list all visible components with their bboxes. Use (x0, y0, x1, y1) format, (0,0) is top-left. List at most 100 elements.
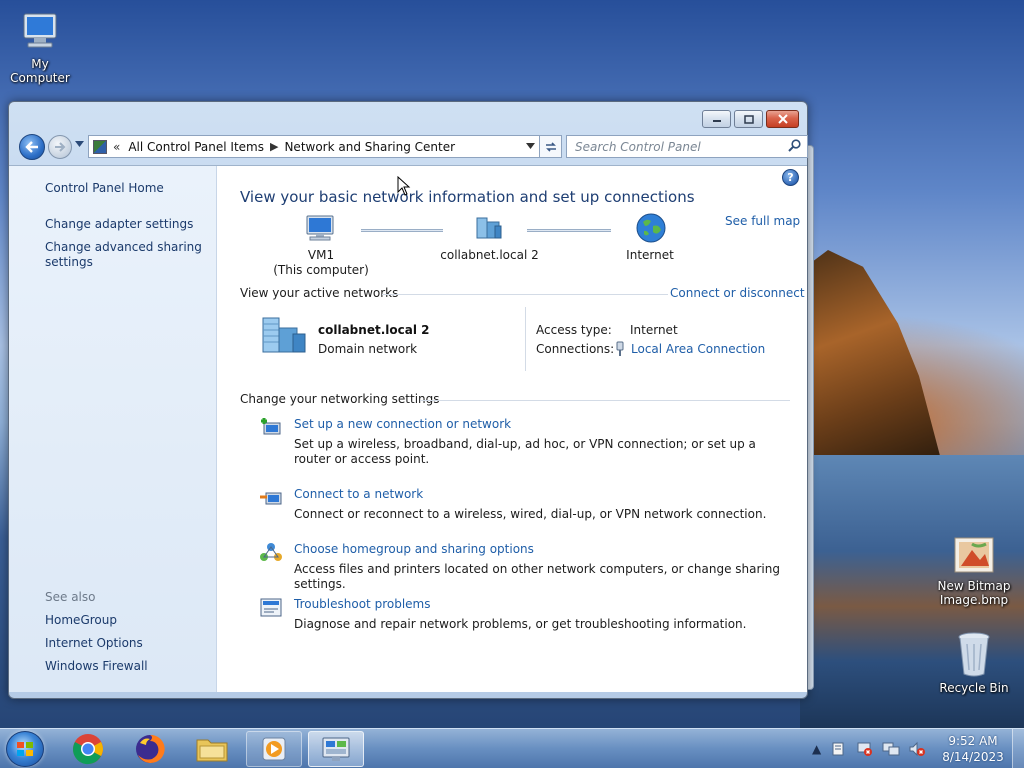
address-overflow[interactable]: « (113, 140, 120, 154)
section-divider (420, 400, 790, 401)
taskbar-chrome-button[interactable] (60, 731, 116, 767)
system-clock[interactable]: 9:52 AM 8/14/2023 (940, 733, 1006, 765)
desktop-icon-my-computer[interactable]: My Computer (0, 10, 80, 85)
computer-icon (23, 13, 57, 48)
homegroup-icon (260, 543, 282, 561)
desktop-icon-recycle-bin[interactable]: Recycle Bin (934, 630, 1014, 695)
taskbar-media-player-button[interactable] (246, 731, 302, 767)
left-task-pane: Control Panel Home Change adapter settin… (9, 166, 217, 692)
breadcrumb-all-control-panel-items[interactable]: All Control Panel Items (128, 140, 264, 154)
bitmap-image-icon (954, 537, 994, 573)
troubleshoot-icon (260, 598, 282, 617)
this-computer-node[interactable]: VM1 (This computer) (269, 248, 373, 278)
desktop-icon-label: Recycle Bin (939, 681, 1009, 695)
access-type-label: Access type: (536, 323, 612, 337)
minimize-button[interactable] (702, 110, 731, 128)
new-connection-icon (261, 418, 281, 435)
change-settings-title: Change your networking settings (240, 392, 440, 406)
navigation-bar: « All Control Panel Items ▶ Network and … (17, 134, 808, 160)
computer-subtitle: (This computer) (273, 263, 369, 277)
taskbar-explorer-button[interactable] (184, 731, 240, 767)
action-center-icon[interactable] (830, 741, 846, 757)
maximize-icon (743, 114, 754, 124)
windows-firewall-link[interactable]: Windows Firewall (45, 659, 205, 674)
recycle-bin-icon (958, 632, 990, 677)
back-arrow-icon (25, 141, 38, 153)
wallpaper-cliff (800, 250, 940, 460)
forward-arrow-icon (55, 142, 66, 152)
back-button[interactable] (19, 134, 45, 160)
search-icon[interactable] (788, 138, 801, 155)
address-dropdown-button[interactable] (521, 142, 539, 152)
system-tray: ▲ (812, 729, 926, 768)
chevron-down-icon (525, 142, 535, 149)
see-also-label: See also (45, 590, 96, 604)
chevron-down-icon (75, 141, 84, 147)
domain-network-icon[interactable] (473, 214, 505, 242)
connection-line (361, 229, 443, 232)
vertical-divider (525, 307, 526, 371)
desktop-icon-label: My Computer (10, 57, 70, 85)
address-bar[interactable]: « All Control Panel Items ▶ Network and … (88, 135, 540, 158)
desktop-icon-label: New Bitmap Image.bmp (937, 579, 1011, 607)
firefox-icon (136, 734, 165, 763)
domain-network-node[interactable]: collabnet.local 2 (427, 248, 552, 263)
desktop-icon-bitmap[interactable]: New Bitmap Image.bmp (934, 536, 1014, 607)
file-explorer-icon (196, 739, 228, 762)
page-title: View your basic network information and … (240, 188, 695, 206)
troubleshoot-problems-link[interactable]: Troubleshoot problems (294, 597, 430, 611)
window-content: Control Panel Home Change adapter settin… (9, 165, 807, 692)
control-panel-icon (322, 737, 350, 761)
network-status-icon[interactable] (882, 741, 900, 757)
media-player-icon (262, 737, 286, 761)
connect-to-network-link[interactable]: Connect to a network (294, 487, 423, 501)
active-network-type[interactable]: Domain network (318, 342, 417, 356)
section-divider (382, 294, 668, 295)
windows-logo-icon (17, 742, 33, 756)
help-icon[interactable]: ? (782, 169, 799, 186)
internet-node[interactable]: Internet (614, 248, 686, 263)
homegroup-link[interactable]: HomeGroup (45, 613, 205, 628)
show-hidden-icons-icon[interactable]: ▲ (812, 742, 821, 756)
close-button[interactable] (766, 110, 799, 128)
network-warning-icon[interactable] (856, 741, 874, 757)
forward-button[interactable] (48, 135, 72, 159)
mouse-cursor-icon (397, 176, 411, 196)
active-network-name: collabnet.local 2 (318, 323, 430, 337)
clock-date: 8/14/2023 (942, 750, 1004, 764)
control-panel-icon (93, 139, 107, 154)
setup-new-connection-link[interactable]: Set up a new connection or network (294, 417, 511, 431)
connect-to-network-description: Connect or reconnect to a wireless, wire… (294, 507, 767, 521)
breadcrumb-network-and-sharing-center[interactable]: Network and Sharing Center (284, 140, 455, 154)
change-advanced-sharing-settings-link[interactable]: Change advanced sharing settings (45, 240, 205, 270)
internet-options-link[interactable]: Internet Options (45, 636, 205, 651)
control-panel-home-link[interactable]: Control Panel Home (45, 181, 205, 196)
start-button[interactable] (6, 731, 44, 767)
breadcrumb-separator-icon[interactable]: ▶ (270, 140, 278, 153)
this-computer-icon[interactable] (304, 214, 336, 242)
recent-pages-dropdown[interactable] (75, 140, 84, 150)
homegroup-sharing-options-description: Access files and printers located on oth… (294, 562, 780, 591)
volume-muted-icon[interactable] (908, 741, 926, 757)
show-desktop-button[interactable] (1012, 729, 1024, 768)
see-full-map-link[interactable]: See full map (725, 214, 800, 228)
taskbar-firefox-button[interactable] (122, 731, 178, 767)
connect-or-disconnect-link[interactable]: Connect or disconnect (670, 286, 805, 300)
active-networks-title: View your active networks (240, 286, 399, 300)
change-adapter-settings-link[interactable]: Change adapter settings (45, 217, 205, 232)
homegroup-sharing-options-link[interactable]: Choose homegroup and sharing options (294, 542, 534, 556)
connect-to-network-icon (260, 492, 282, 505)
search-box[interactable]: Search Control Panel (566, 135, 808, 158)
refresh-button[interactable] (540, 135, 562, 158)
minimize-icon (712, 120, 721, 122)
access-type-value: Internet (630, 323, 678, 337)
internet-globe-icon[interactable] (635, 212, 667, 244)
ethernet-icon (616, 341, 624, 356)
maximize-button[interactable] (734, 110, 763, 128)
taskbar: ▲ 9:52 AM 8/14/2023 (0, 728, 1024, 768)
taskbar-control-panel-button[interactable] (308, 731, 364, 767)
domain-network-icon[interactable] (259, 316, 309, 356)
troubleshoot-problems-description: Diagnose and repair network problems, or… (294, 617, 747, 631)
local-area-connection-link[interactable]: Local Area Connection (631, 342, 765, 356)
connection-line (527, 229, 611, 232)
